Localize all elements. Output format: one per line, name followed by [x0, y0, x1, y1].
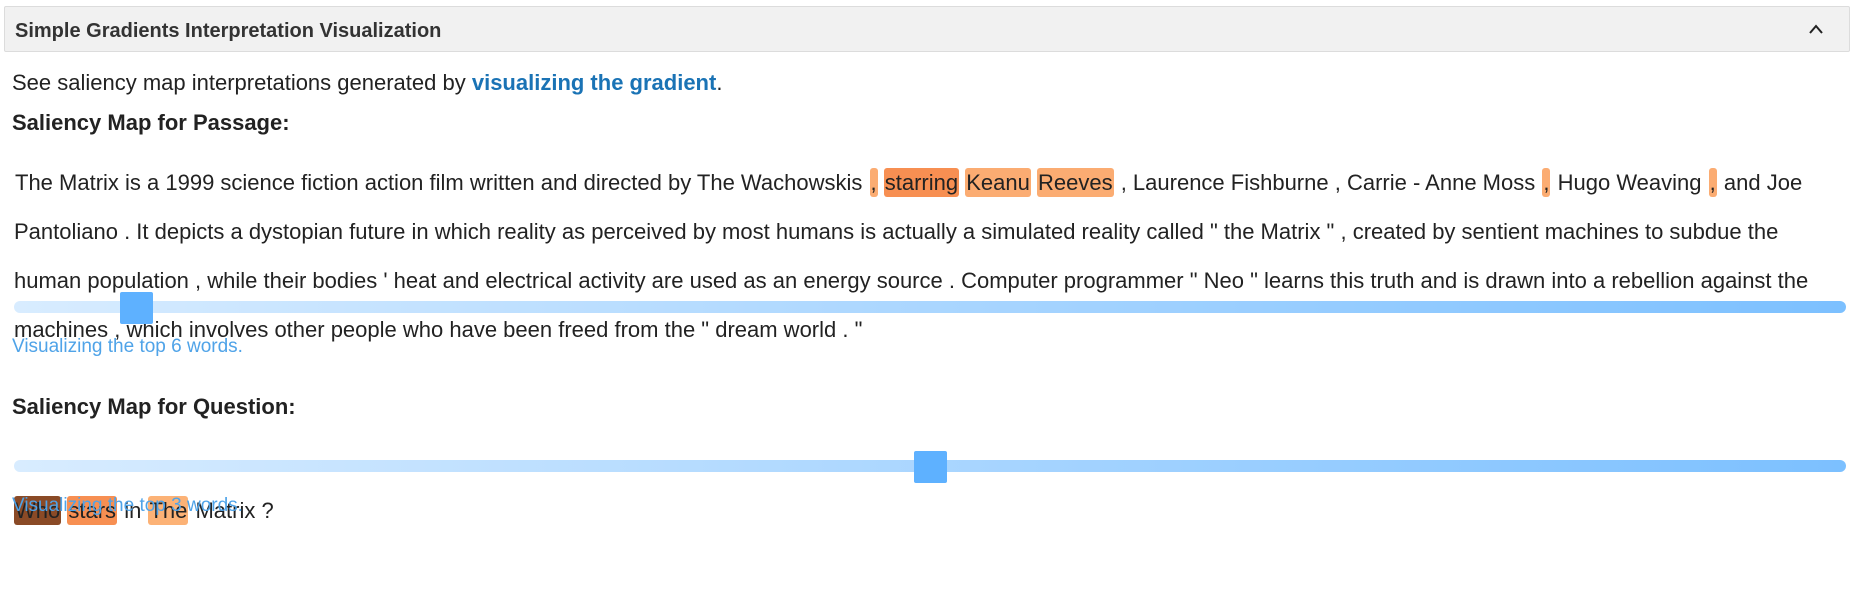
passage-saliency-map: The Matrix is a 1999 science fiction act…	[14, 158, 1846, 354]
intro-text: See saliency map interpretations generat…	[12, 70, 722, 96]
passage-top-k-slider[interactable]	[14, 292, 1846, 324]
passage-saliency-title: Saliency Map for Passage:	[12, 110, 290, 135]
passage-slider-thumb[interactable]	[120, 292, 153, 324]
visualizing-gradient-link[interactable]: visualizing the gradient	[472, 70, 716, 95]
question-slider-caption: Visualizing the top 3 words.	[12, 495, 243, 516]
passage-token: ,	[869, 168, 878, 197]
passage-token: The Matrix is a 1999 science fiction act…	[15, 170, 863, 195]
passage-token: , Laurence Fishburne , Carrie - Anne Mos…	[1120, 170, 1536, 195]
question-saliency-title: Saliency Map for Question:	[12, 394, 296, 419]
passage-token: ,	[1542, 168, 1551, 197]
passage-slider-caption: Visualizing the top 6 words.	[12, 336, 243, 357]
question-slider-thumb[interactable]	[914, 451, 947, 483]
panel-header[interactable]: Simple Gradients Interpretation Visualiz…	[4, 6, 1850, 52]
passage-token: Reeves	[1036, 168, 1114, 197]
passage-token: Hugo Weaving	[1557, 170, 1702, 195]
intro-prefix: See saliency map interpretations generat…	[12, 70, 472, 95]
question-top-k-slider[interactable]	[14, 451, 1846, 483]
passage-token: starring	[883, 168, 960, 197]
passage-token: ,	[1708, 168, 1717, 197]
panel-title: Simple Gradients Interpretation Visualiz…	[15, 20, 442, 42]
intro-suffix: .	[716, 70, 723, 95]
passage-token: Keanu	[965, 168, 1031, 197]
chevron-up-icon[interactable]	[1809, 23, 1823, 37]
